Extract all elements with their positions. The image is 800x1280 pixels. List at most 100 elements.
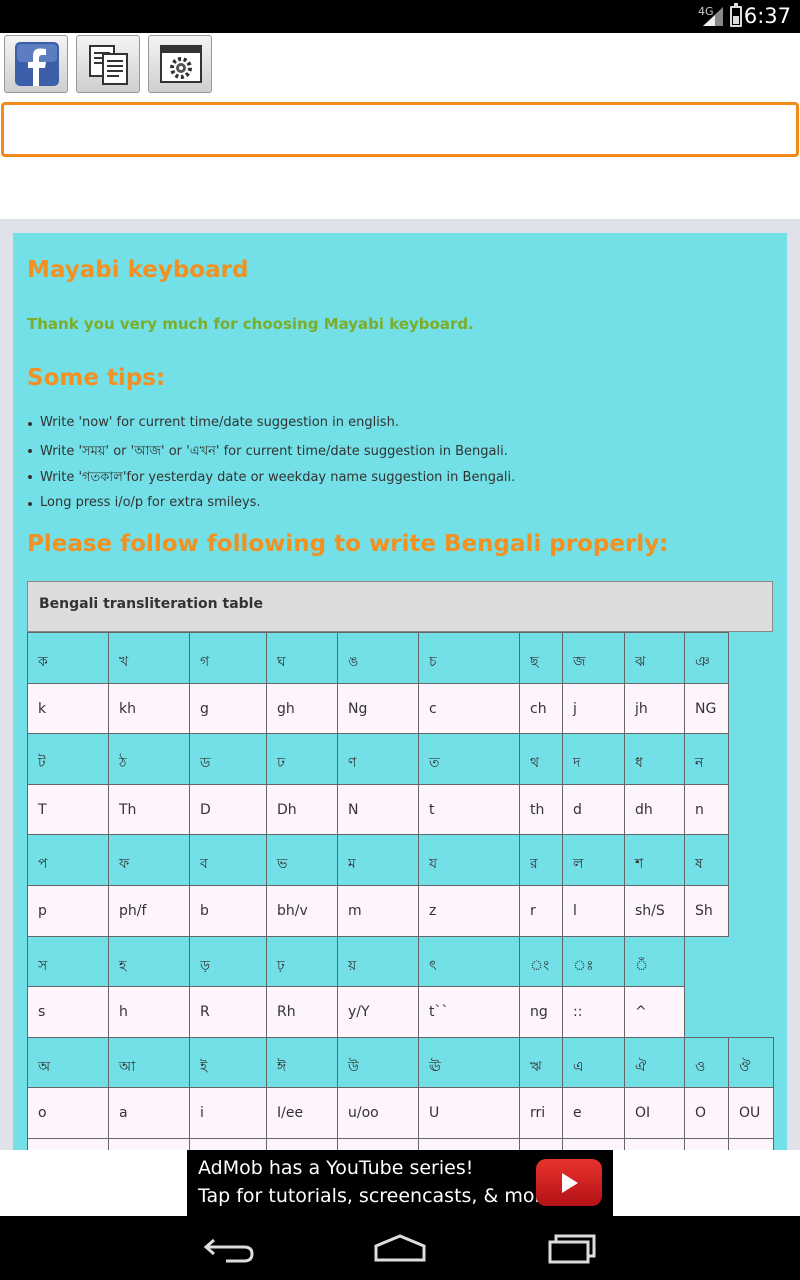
- table-cell: OU: [728, 1087, 774, 1139]
- table-cell: জ: [562, 632, 625, 684]
- navigation-bar: [0, 1216, 800, 1280]
- table-cell: [108, 1138, 190, 1150]
- table-cell: [562, 1138, 625, 1150]
- table-cell: ব: [189, 834, 267, 886]
- table-cell: ফ: [108, 834, 190, 886]
- table-cell: I/ee: [266, 1087, 338, 1139]
- table-cell: আ: [108, 1036, 190, 1089]
- table-cell: ঞ: [684, 632, 729, 684]
- ad-line-1: AdMob has a YouTube series!: [198, 1157, 474, 1179]
- table-cell: dh: [624, 783, 685, 836]
- table-cell: p: [27, 885, 109, 937]
- table-cell: k: [27, 682, 109, 735]
- table-cell: [418, 1138, 520, 1150]
- table-cell: th: [519, 783, 563, 836]
- table-cell: NG: [684, 682, 729, 735]
- table-cell: ঔ: [728, 1036, 774, 1089]
- youtube-play-icon: [536, 1159, 602, 1206]
- table-cell: e: [562, 1087, 625, 1139]
- table-cell: ত: [418, 733, 520, 785]
- toolbar: [0, 33, 800, 99]
- recents-icon[interactable]: [542, 1230, 602, 1266]
- status-bar: 4G 6:37: [0, 0, 800, 33]
- table-cell: ক: [27, 632, 109, 684]
- table-cell: খ: [108, 632, 190, 684]
- table-cell: gh: [266, 682, 338, 735]
- table-cell: শ: [624, 834, 685, 886]
- table-cell: Sh: [684, 885, 729, 937]
- table-cell: ল: [562, 834, 625, 886]
- settings-button[interactable]: [148, 35, 212, 93]
- table-cell: D: [189, 783, 267, 836]
- tips-list: Write 'now' for current time/date sugges…: [27, 415, 515, 522]
- table-cell: থ: [519, 733, 563, 785]
- table-cell: এ: [562, 1036, 625, 1089]
- signal-icon: [703, 7, 723, 26]
- table-cell: ঠ: [108, 733, 190, 785]
- table-cell: ঈ: [266, 1036, 338, 1089]
- webview[interactable]: Mayabi keyboard Thank you very much for …: [0, 219, 800, 1150]
- table-cell: [519, 1138, 563, 1150]
- table-cell: h: [108, 986, 190, 1038]
- table-cell: R: [189, 986, 267, 1038]
- table-cell: ড: [189, 733, 267, 785]
- table-cell: rri: [519, 1087, 563, 1139]
- table-cell: [266, 1138, 338, 1150]
- table-cell: ছ: [519, 632, 563, 684]
- table-cell: ঝ: [624, 632, 685, 684]
- table-caption-text: Bengali transliteration table: [39, 596, 263, 612]
- table-cell: ষ: [684, 834, 729, 886]
- follow-heading: Please follow following to write Bengali…: [27, 531, 669, 557]
- table-cell: চ: [418, 632, 520, 684]
- table-cell: ণ: [337, 733, 419, 785]
- table-cell: m: [337, 885, 419, 937]
- table-cell: হ: [108, 935, 190, 988]
- copy-button[interactable]: [76, 35, 140, 93]
- table-cell: ড়: [189, 935, 267, 988]
- table-cell: Dh: [266, 783, 338, 836]
- table-cell: ng: [519, 986, 563, 1038]
- table-cell: ৎ: [418, 935, 520, 988]
- home-icon[interactable]: [370, 1230, 430, 1266]
- table-cell: sh/S: [624, 885, 685, 937]
- table-cell: l: [562, 885, 625, 937]
- thanks-text: Thank you very much for choosing Mayabi …: [27, 315, 474, 333]
- table-cell: ঙ: [337, 632, 419, 684]
- table-cell: ম: [337, 834, 419, 886]
- table-cell: a: [108, 1087, 190, 1139]
- table-cell: দ: [562, 733, 625, 785]
- table-cell: U: [418, 1087, 520, 1139]
- list-item: Write 'সময়' or 'আজ' or 'এখন' for curren…: [27, 442, 515, 469]
- table-cell: গ: [189, 632, 267, 684]
- table-cell: s: [27, 986, 109, 1038]
- facebook-button[interactable]: [4, 35, 68, 93]
- table-cell: b: [189, 885, 267, 937]
- table-cell: ই: [189, 1036, 267, 1089]
- table-cell: স: [27, 935, 109, 988]
- table-cell: bh/v: [266, 885, 338, 937]
- table-cell: ধ: [624, 733, 685, 785]
- table-cell: ং: [519, 935, 563, 988]
- table-cell: O: [684, 1087, 729, 1139]
- table-cell: ঃ: [562, 935, 625, 988]
- table-cell: j: [562, 682, 625, 735]
- table-cell: অ: [27, 1036, 109, 1089]
- text-input[interactable]: [1, 102, 799, 157]
- table-cell: [728, 1138, 774, 1150]
- table-cell: ও: [684, 1036, 729, 1089]
- back-icon[interactable]: [200, 1230, 260, 1266]
- table-cell: T: [27, 783, 109, 836]
- table-cell: ch: [519, 682, 563, 735]
- tips-heading: Some tips:: [27, 365, 166, 391]
- clock: 6:37: [743, 4, 791, 28]
- table-cell: n: [684, 783, 729, 836]
- table-cell: z: [418, 885, 520, 937]
- copy-icon: [89, 45, 128, 85]
- table-cell: t``: [418, 986, 520, 1038]
- battery-icon: [730, 3, 742, 27]
- table-cell: ::: [562, 986, 625, 1038]
- table-cell: র: [519, 834, 563, 886]
- table-cell: jh: [624, 682, 685, 735]
- table-cell: Ng: [337, 682, 419, 735]
- ad-banner[interactable]: AdMob has a YouTube series! Tap for tuto…: [187, 1150, 613, 1216]
